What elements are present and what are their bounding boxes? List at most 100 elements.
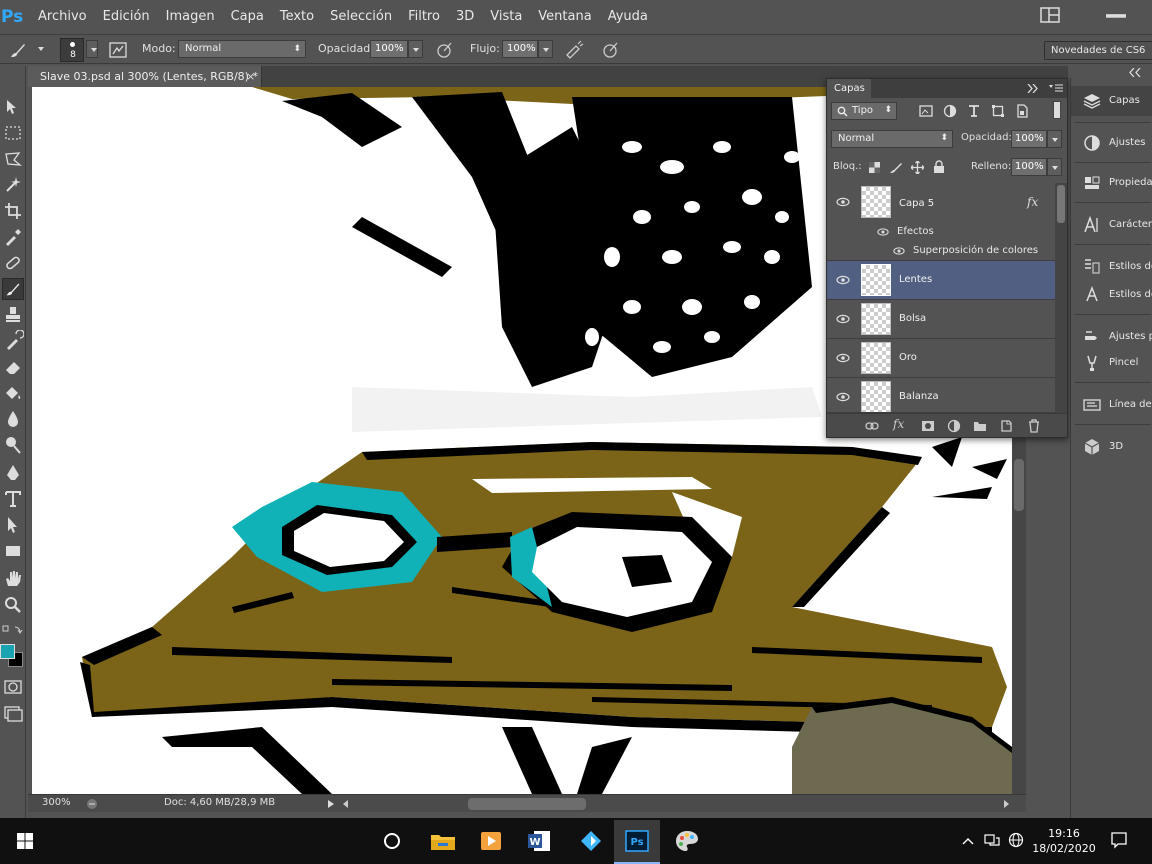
new-layer-icon[interactable] (999, 419, 1013, 433)
dock-estilos-parrafo[interactable]: Estilos de párrafo (1071, 252, 1152, 282)
menu-edicion[interactable]: Edición (95, 0, 158, 34)
layer-opacity-field[interactable]: 100% (1011, 130, 1047, 148)
filter-shape-icon[interactable] (991, 104, 1005, 118)
eyedropper-tool-icon[interactable] (2, 226, 24, 248)
flow-field[interactable]: 100% (502, 40, 538, 58)
brush-preset-picker[interactable]: 8 (60, 38, 84, 62)
dodge-tool-icon[interactable] (2, 434, 24, 456)
tool-preset-dropdown[interactable] (34, 40, 49, 58)
menu-imagen[interactable]: Imagen (158, 0, 223, 34)
quick-mask-icon[interactable] (2, 676, 24, 698)
collapse-panel-icon[interactable] (1027, 84, 1039, 93)
layer-row-balanza[interactable]: Balanza (827, 378, 1055, 413)
effects-visibility-eye-icon[interactable] (877, 226, 889, 238)
visibility-eye-icon[interactable] (836, 390, 850, 404)
effect-visibility-eye-icon[interactable] (893, 245, 905, 257)
minimize-icon[interactable] (1106, 8, 1126, 26)
quick-select-tool-icon[interactable] (2, 174, 24, 196)
dock-propiedades[interactable]: Propiedades (1071, 168, 1152, 198)
marquee-tool-icon[interactable] (2, 122, 24, 144)
dock-linea-de-tiempo[interactable]: Línea de tiempo (1071, 390, 1152, 420)
visibility-eye-icon[interactable] (836, 351, 850, 365)
mode-select[interactable]: Normal ⬍ (178, 40, 306, 58)
fx-icon[interactable]: fx (1027, 195, 1038, 209)
swap-colors-icon[interactable] (2, 624, 24, 636)
pen-tool-icon[interactable] (2, 462, 24, 484)
paint-palette-icon[interactable] (672, 827, 702, 855)
lock-pixels-icon[interactable] (889, 161, 903, 174)
dock-caracter[interactable]: Carácter (1071, 210, 1152, 240)
lasso-tool-icon[interactable] (2, 148, 24, 170)
flow-dropdown[interactable] (538, 40, 553, 58)
paint-bucket-tool-icon[interactable] (2, 382, 24, 404)
opacity-dropdown[interactable] (408, 40, 423, 58)
layer-row-bolsa[interactable]: Bolsa (827, 300, 1055, 339)
brush-tool-active-icon[interactable] (2, 278, 24, 300)
move-tool-icon[interactable] (2, 96, 24, 118)
layers-scroll-thumb[interactable] (1057, 185, 1065, 223)
link-layers-icon[interactable] (865, 419, 879, 433)
lock-all-icon[interactable] (933, 160, 945, 174)
menu-filtro[interactable]: Filtro (400, 0, 448, 34)
dock-estilos-caracter[interactable]: Estilos de carácter (1071, 280, 1152, 310)
pressure-size-icon[interactable] (600, 40, 620, 60)
layer-name[interactable]: Lentes (899, 274, 932, 285)
lock-transparent-icon[interactable] (869, 162, 880, 173)
crop-tool-icon[interactable] (2, 200, 24, 222)
app-launcher-icon[interactable] (576, 827, 606, 855)
zoom-tool-icon[interactable] (2, 594, 24, 616)
scroll-right-arrow-icon[interactable] (1002, 800, 1010, 808)
export-status-icon[interactable] (86, 798, 98, 810)
menu-ventana[interactable]: Ventana (530, 0, 599, 34)
status-menu-arrow-icon[interactable] (326, 799, 336, 809)
new-adjustment-layer-icon[interactable] (947, 419, 961, 433)
arrange-documents-icon[interactable] (1040, 6, 1060, 24)
eraser-tool-icon[interactable] (2, 356, 24, 378)
tray-network-icon[interactable] (984, 833, 1000, 847)
filter-type-icon[interactable] (967, 104, 981, 118)
pressure-opacity-icon[interactable] (434, 40, 454, 60)
windows-start-icon[interactable] (10, 827, 40, 855)
scroll-left-arrow-icon[interactable] (342, 800, 350, 808)
type-tool-icon[interactable] (2, 488, 24, 510)
filter-pixel-icon[interactable] (919, 104, 933, 118)
layer-name[interactable]: Balanza (899, 391, 939, 402)
menu-archivo[interactable]: Archivo (30, 0, 95, 34)
filter-adjustment-icon[interactable] (943, 104, 957, 118)
menu-3d[interactable]: 3D (448, 0, 482, 34)
layer-name[interactable]: Bolsa (899, 313, 926, 324)
rectangle-tool-icon[interactable] (2, 540, 24, 562)
new-group-icon[interactable] (973, 419, 987, 433)
expand-panels-icon[interactable] (1129, 68, 1141, 77)
layer-name[interactable]: Oro (899, 352, 917, 363)
menu-ayuda[interactable]: Ayuda (600, 0, 656, 34)
brush-panel-icon[interactable] (108, 40, 128, 60)
tab-capas[interactable]: Capas (827, 79, 871, 98)
brush-tool-icon[interactable] (8, 40, 28, 60)
blur-tool-icon[interactable] (2, 408, 24, 430)
tray-chevron-up-icon[interactable] (962, 836, 974, 846)
layer-row-oro[interactable]: Oro (827, 339, 1055, 378)
hand-tool-icon[interactable] (2, 568, 24, 590)
file-explorer-icon[interactable] (428, 827, 458, 855)
menu-vista[interactable]: Vista (482, 0, 530, 34)
tray-globe-icon[interactable] (1008, 832, 1024, 848)
lock-position-icon[interactable] (911, 161, 924, 174)
horizontal-scroll-thumb[interactable] (468, 798, 586, 810)
visibility-eye-icon[interactable] (836, 312, 850, 326)
blend-mode-select[interactable]: Normal ⬍ (831, 130, 953, 148)
zoom-level[interactable]: 300% (42, 797, 71, 808)
panel-menu-icon[interactable] (1049, 84, 1063, 94)
action-center-icon[interactable] (1110, 831, 1128, 849)
layer-row-capa-5[interactable]: Capa 5 fx Efectos Superposición de color… (827, 183, 1055, 261)
effect-color-overlay[interactable]: Superposición de colores (913, 245, 1038, 256)
taskbar-clock[interactable]: 19:16 18/02/2020 (1028, 826, 1100, 856)
foreground-color-swatch[interactable] (0, 644, 15, 659)
dock-ajustes[interactable]: Ajustes (1071, 128, 1152, 158)
layer-opacity-dropdown[interactable] (1047, 130, 1062, 148)
opacity-field[interactable]: 100% (370, 40, 408, 58)
filter-kind-select[interactable]: Tipo ⬍ (831, 102, 897, 120)
close-tab-icon[interactable]: × (246, 66, 255, 87)
dock-capas[interactable]: Capas (1071, 86, 1152, 116)
dock-3d[interactable]: 3D (1071, 432, 1152, 462)
